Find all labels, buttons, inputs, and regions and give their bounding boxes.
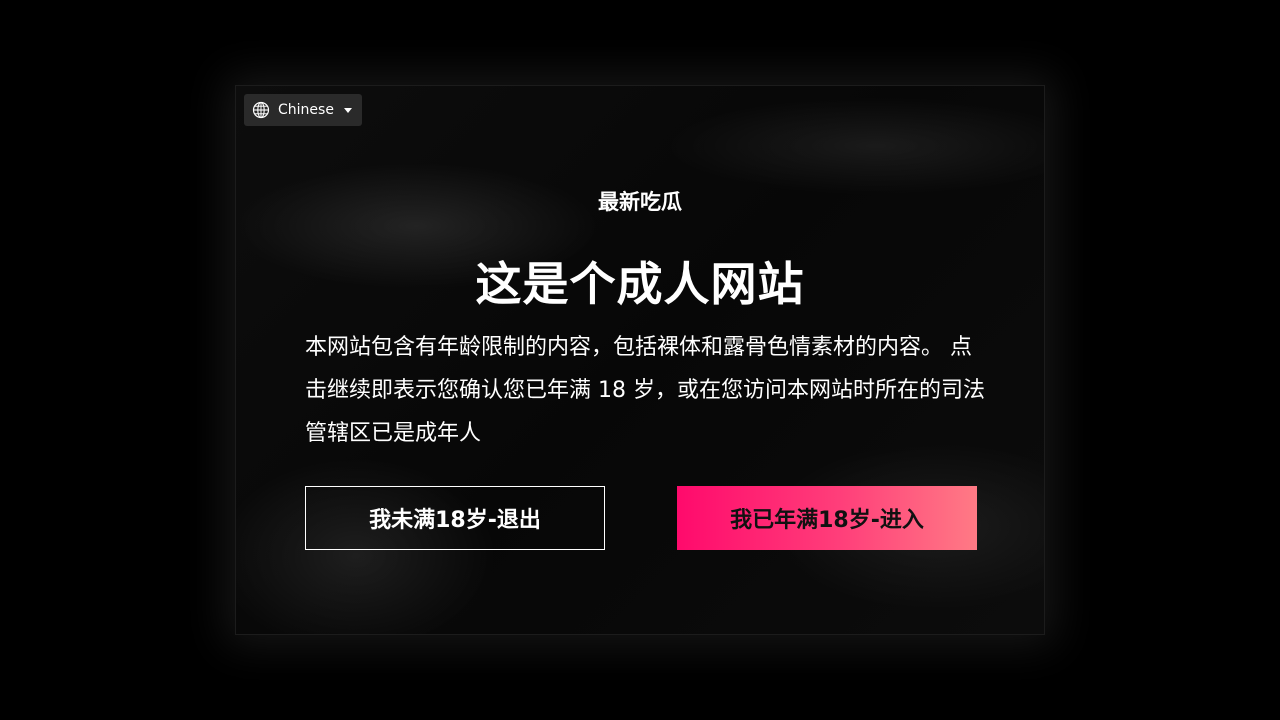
globe-icon [252, 101, 270, 119]
site-name: 最新吃瓜 [598, 190, 682, 214]
exit-button[interactable]: 我未满18岁-退出 [305, 486, 605, 550]
chevron-down-icon [343, 107, 352, 113]
page-title: 这是个成人网站 [475, 257, 805, 311]
disclaimer-text: 本网站包含有年龄限制的内容，包括裸体和露骨色情素材的内容。 点击继续即表示您确认… [305, 335, 985, 446]
language-selector[interactable]: Chinese [244, 94, 362, 126]
language-label: Chinese [278, 102, 334, 118]
age-verification-modal: Chinese 最新吃瓜 这是个成人网站 本网站包含有年龄限制的内容，包括裸体和… [235, 85, 1045, 635]
enter-button[interactable]: 我已年满18岁-进入 [677, 486, 977, 550]
